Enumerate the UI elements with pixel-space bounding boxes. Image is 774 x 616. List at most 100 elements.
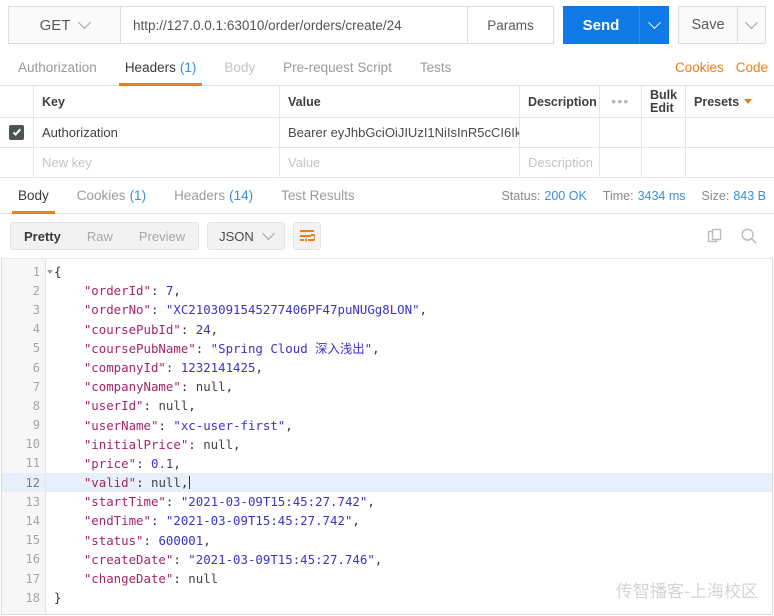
code-token: "2021-03-09T15:45:27.746" — [188, 551, 375, 567]
code-token: "coursePubId" — [54, 321, 181, 337]
http-method-selector[interactable]: GET — [8, 6, 120, 44]
select-all-cell — [0, 86, 34, 117]
line-number: 12 — [2, 473, 45, 493]
tab-tests[interactable]: Tests — [406, 50, 466, 85]
line-number: 1 — [2, 262, 53, 281]
header-value-input[interactable]: Bearer eyJhbGciOiJIUzI1NiIsInR5cCI6Ikp… — [280, 118, 520, 147]
header-key-value: Authorization — [42, 125, 118, 140]
response-tab-body[interactable]: Body — [4, 178, 63, 214]
tab-label: Tests — [419, 60, 452, 75]
code-token: "2021-03-09T15:45:27.742" — [165, 513, 353, 529]
params-label: Params — [487, 17, 534, 33]
code-line: "companyId": 1232141425, — [46, 358, 772, 377]
response-format-selector[interactable]: JSON — [207, 222, 285, 250]
code-line: "initialPrice": null, — [46, 435, 772, 454]
send-button[interactable]: Send — [563, 6, 639, 44]
cookies-link[interactable]: Cookies — [675, 60, 724, 75]
response-body-viewer[interactable]: 1 2 3 4 5 6 7 8 9 10 11 12 13 14 15 16 17 18 { "orderId":… — [1, 258, 773, 615]
send-options-button[interactable] — [639, 6, 669, 44]
status-label: Status: — [501, 188, 541, 203]
time-value: 3434 ms — [637, 188, 686, 203]
search-icon[interactable] — [740, 227, 758, 245]
url-input[interactable]: http://127.0.0.1:63010/order/orders/crea… — [120, 6, 468, 44]
row-spacer-presets — [686, 118, 774, 147]
tab-body[interactable]: Body — [210, 50, 269, 85]
params-button[interactable]: Params — [468, 6, 554, 44]
view-raw-button[interactable]: Raw — [74, 223, 126, 249]
code-token: null — [158, 398, 189, 414]
headers-table: Key Value Description ••• Bulk Edit Pres… — [0, 86, 774, 178]
code-line: "userName": "xc-user-first", — [46, 416, 772, 435]
header-key-input[interactable]: Authorization — [34, 118, 280, 147]
tab-authorization[interactable]: Authorization — [4, 50, 111, 85]
copy-icon[interactable] — [707, 228, 724, 245]
code-token: : — [195, 340, 211, 356]
tab-headers[interactable]: Headers (1) — [111, 50, 211, 86]
code-token: "Spring Cloud 深入浅出" — [210, 340, 373, 356]
new-value-placeholder: Value — [288, 155, 321, 170]
new-row-spacer-presets — [686, 148, 774, 177]
code-token: "changeDate" — [54, 571, 174, 586]
request-tabs-actions: Cookies Code — [675, 50, 774, 85]
new-description-placeholder: Description — [528, 155, 594, 170]
code-token: "XC2103091545277406PF47puNUGg8LON" — [165, 302, 420, 318]
code-token: "orderId" — [54, 283, 151, 299]
tab-count: (14) — [229, 188, 254, 203]
save-button-group: Save — [678, 6, 766, 44]
chevron-down-icon — [744, 99, 753, 104]
time-label: Time: — [602, 188, 634, 203]
table-row-new: New key Value Description — [0, 148, 774, 178]
wrap-text-button[interactable] — [292, 222, 321, 250]
save-options-button[interactable] — [738, 6, 766, 44]
check-icon — [12, 126, 21, 136]
code-token: , — [374, 551, 383, 567]
code-token: "xc-user-first" — [173, 417, 286, 433]
code-line: "coursePubName": "Spring Cloud 深入浅出", — [46, 339, 772, 358]
size-group: Size: 843 B — [702, 189, 766, 203]
header-description-input[interactable] — [520, 118, 600, 147]
status-badge: 200 OK — [544, 188, 587, 203]
new-description-input[interactable]: Description — [520, 148, 600, 177]
json-code-content[interactable]: { "orderId": 7, "orderNo": "XC2103091545… — [46, 259, 772, 614]
more-options-button[interactable]: ••• — [600, 86, 642, 117]
size-value: 843 B — [733, 188, 766, 203]
tab-label: Headers — [174, 188, 226, 203]
code-line: "price": 0.1, — [46, 454, 772, 473]
fold-toggle-icon[interactable] — [47, 269, 53, 274]
presets-button[interactable]: Presets — [686, 86, 774, 117]
url-text: http://127.0.0.1:63010/order/orders/crea… — [133, 17, 402, 33]
line-number: 18 — [25, 590, 40, 605]
code-link[interactable]: Code — [736, 60, 768, 75]
code-token: : — [150, 283, 166, 299]
code-token: "companyId" — [54, 359, 166, 375]
save-button[interactable]: Save — [678, 6, 738, 44]
code-token: "valid" — [54, 475, 137, 491]
code-token: : — [173, 571, 189, 586]
chevron-down-icon — [745, 15, 758, 29]
code-token: , — [225, 379, 234, 395]
view-pretty-button[interactable]: Pretty — [11, 223, 74, 249]
line-number: 13 — [25, 494, 40, 509]
response-tab-test-results[interactable]: Test Results — [267, 178, 369, 213]
response-tab-cookies[interactable]: Cookies (1) — [63, 178, 160, 213]
request-tabs: Authorization Headers (1) Body Pre-reque… — [0, 50, 774, 86]
view-preview-button[interactable]: Preview — [126, 223, 198, 249]
new-key-input[interactable]: New key — [34, 148, 280, 177]
new-row-spacer-bulk — [642, 148, 686, 177]
code-token: : — [180, 321, 196, 337]
code-line: "changeDate": null — [46, 569, 772, 588]
bulk-edit-button[interactable]: Bulk Edit — [642, 86, 686, 117]
line-number: 10 — [25, 437, 40, 452]
code-token: : — [180, 379, 196, 395]
code-line: "companyName": null, — [46, 377, 772, 396]
tab-pre-request-script[interactable]: Pre-request Script — [269, 50, 406, 85]
line-number: 8 — [32, 398, 40, 413]
time-group: Time: 3434 ms — [603, 189, 686, 203]
tab-label: Body — [18, 188, 49, 203]
code-token: "initialPrice" — [54, 436, 189, 452]
response-tab-headers[interactable]: Headers (14) — [160, 178, 267, 213]
row-checkbox[interactable] — [9, 125, 24, 140]
code-token: , — [285, 417, 293, 433]
new-value-input[interactable]: Value — [280, 148, 520, 177]
code-token: } — [54, 590, 62, 606]
